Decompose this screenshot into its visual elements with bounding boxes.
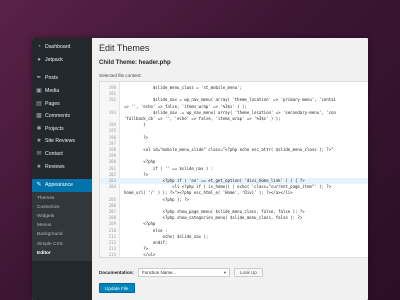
media-icon: ▣ bbox=[36, 88, 42, 95]
sidebar-item-appearance[interactable]: ✎ Appearance bbox=[32, 178, 92, 192]
sidebar-item-label: Contact bbox=[45, 151, 63, 158]
function-name-select-value: Function Name... bbox=[141, 269, 177, 275]
page-title: Edit Themes bbox=[99, 43, 150, 53]
line-number: 214 bbox=[108, 252, 116, 258]
sidebar-item-projects[interactable]: ✱ Projects bbox=[32, 123, 92, 136]
sidebar-item-label: Projects bbox=[45, 125, 64, 132]
mail-icon: ✉ bbox=[36, 151, 42, 158]
sidebar-item-label: Appearance bbox=[45, 182, 73, 189]
admin-sidebar: ◔ Dashboard ● Jetpack ✒ Posts ▣ Media ▤ … bbox=[32, 38, 92, 300]
sidebar-item-label: Site Reviews bbox=[45, 138, 75, 145]
sidebar-item-label: Media bbox=[45, 88, 60, 95]
paintbrush-icon: ✎ bbox=[36, 182, 42, 189]
sidebar-item-comments[interactable]: ▩ Comments bbox=[32, 110, 92, 123]
projects-icon: ✱ bbox=[36, 125, 42, 132]
sidebar-item-label: Jetpack bbox=[45, 56, 63, 63]
submenu-item-background[interactable]: Background bbox=[32, 230, 92, 239]
main-content: Edit Themes Child Theme: header.php Sele… bbox=[92, 38, 368, 300]
sidebar-item-media[interactable]: ▣ Media bbox=[32, 85, 92, 98]
sidebar-item-posts[interactable]: ✒ Posts bbox=[32, 72, 92, 85]
sidebar-item-label: Comments bbox=[45, 113, 71, 120]
sidebar-item-reviews[interactable]: ★ Reviews bbox=[32, 160, 92, 173]
submenu-item-widgets[interactable]: Widgets bbox=[32, 212, 92, 221]
comments-icon: ▩ bbox=[36, 113, 42, 120]
chevron-down-icon: ▾ bbox=[223, 269, 226, 275]
reviews-icon: ★ bbox=[36, 163, 42, 170]
code-line: 214 </ul> bbox=[100, 252, 368, 258]
file-content-label: Selected file content: bbox=[99, 73, 142, 78]
sidebar-item-label: Pages bbox=[45, 100, 60, 107]
pages-icon: ▤ bbox=[36, 100, 42, 107]
jetpack-icon: ● bbox=[37, 56, 41, 63]
submenu-item-menus[interactable]: Menus bbox=[32, 221, 92, 230]
documentation-label: Documentation: bbox=[99, 269, 134, 275]
sidebar-item-label: Posts bbox=[45, 75, 58, 82]
update-file-button[interactable]: Update File bbox=[99, 283, 135, 293]
wordpress-admin-window: ◔ Dashboard ● Jetpack ✒ Posts ▣ Media ▤ … bbox=[32, 38, 368, 300]
submenu-item-editor[interactable]: Editor bbox=[32, 249, 92, 258]
sidebar-item-dashboard[interactable]: ◔ Dashboard bbox=[32, 41, 92, 54]
submenu-item-themes[interactable]: Themes bbox=[32, 194, 92, 203]
submenu-item-customize[interactable]: Customize bbox=[32, 203, 92, 212]
star-icon: ★ bbox=[36, 138, 42, 145]
sidebar-item-label: Reviews bbox=[45, 163, 65, 170]
file-title: Child Theme: header.php bbox=[99, 60, 171, 66]
sidebar-item-site-reviews[interactable]: ★ Site Reviews bbox=[32, 135, 92, 148]
function-name-select[interactable]: Function Name... ▾ bbox=[137, 267, 230, 277]
code-editor[interactable]: 190 $slide_menu_class = 'st_mobile_menu'… bbox=[99, 81, 368, 258]
documentation-row: Documentation: Function Name... ▾ Look U… bbox=[99, 267, 263, 277]
submenu-item-simple-css[interactable]: Simple CSS bbox=[32, 239, 92, 248]
code-text: </ul> bbox=[124, 252, 156, 258]
sidebar-item-pages[interactable]: ▤ Pages bbox=[32, 97, 92, 110]
sidebar-item-label: Dashboard bbox=[45, 44, 71, 51]
sidebar-item-jetpack[interactable]: ● Jetpack bbox=[32, 54, 92, 67]
dashboard-icon: ◔ bbox=[37, 44, 41, 51]
sidebar-item-contact[interactable]: ✉ Contact bbox=[32, 148, 92, 161]
lookup-button[interactable]: Look Up bbox=[233, 267, 263, 277]
appearance-submenu: Themes Customize Widgets Menus Backgroun… bbox=[32, 191, 92, 261]
posts-icon: ✒ bbox=[36, 75, 42, 82]
